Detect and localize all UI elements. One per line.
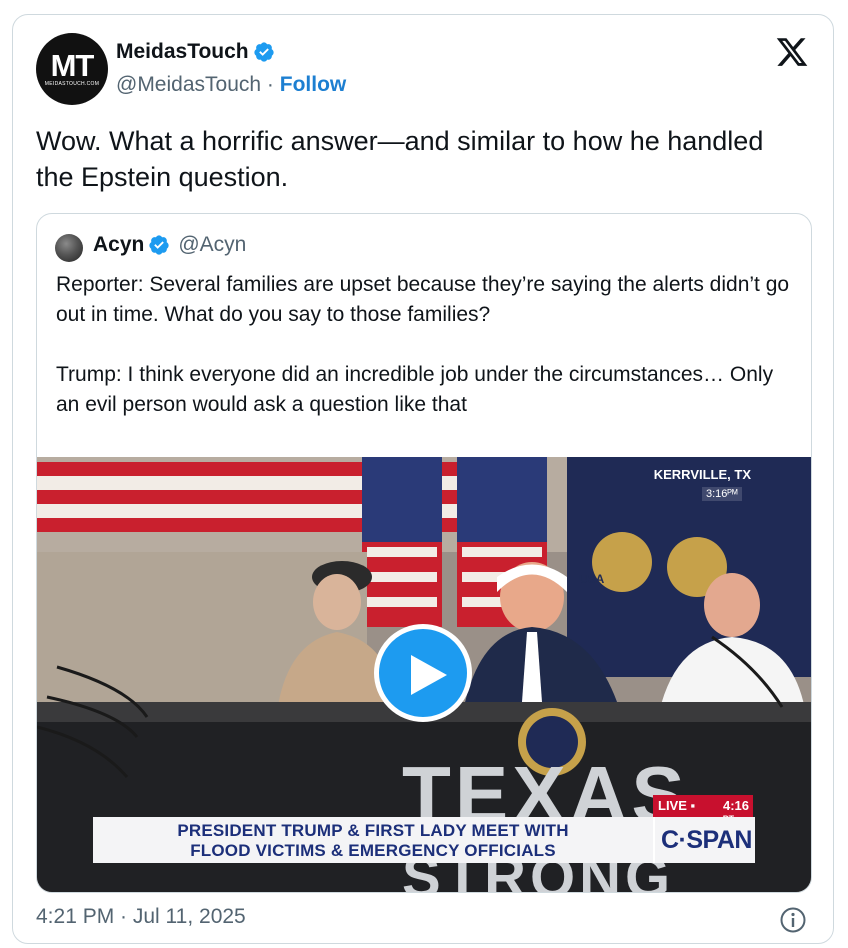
chyron-line-2: FLOOD VICTIMS & EMERGENCY OFFICIALS: [190, 841, 556, 860]
author-handle-row: @MeidasTouch · Follow: [116, 73, 346, 97]
author-handle[interactable]: @MeidasTouch: [116, 73, 261, 96]
follow-button[interactable]: Follow: [280, 73, 347, 96]
quoted-text: Reporter: Several families are upset bec…: [56, 273, 790, 416]
chyron-line-1: PRESIDENT TRUMP & FIRST LADY MEET WITH: [177, 821, 569, 840]
author-name[interactable]: MeidasTouch: [116, 40, 249, 64]
verified-badge-icon: [149, 235, 169, 255]
avatar-logo-subtext: MEIDASTOUCH.COM: [44, 81, 100, 87]
x-logo-icon[interactable]: [774, 35, 810, 69]
quoted-name[interactable]: Acyn: [93, 233, 144, 257]
avatar-logo-text: MT: [50, 48, 95, 83]
author-avatar[interactable]: MT MEIDASTOUCH.COM: [36, 33, 108, 105]
info-icon[interactable]: [779, 906, 807, 934]
video-player[interactable]: TEXAS STRONG USA KERRVILLE, TX 3:16ᴾᴹ LI…: [37, 457, 811, 892]
standing-flag-left: [362, 457, 442, 627]
tweet-text: Wow. What a horrific answer—and similar …: [36, 126, 764, 192]
quoted-handle[interactable]: @Acyn: [178, 233, 246, 257]
live-badge: LIVE ▪ 4:16 ᴾᵀ: [653, 795, 753, 828]
live-label: LIVE ▪: [658, 798, 696, 813]
quoted-tweet[interactable]: Acyn @Acyn Reporter: Several families ar…: [36, 213, 812, 893]
chyron: PRESIDENT TRUMP & FIRST LADY MEET WITH F…: [93, 817, 653, 863]
presidential-flags: [567, 457, 811, 677]
play-icon: [411, 655, 447, 695]
quoted-avatar[interactable]: [55, 234, 83, 262]
separator-dot: ·: [266, 73, 274, 96]
play-button[interactable]: [374, 624, 472, 722]
author-name-row: MeidasTouch: [116, 40, 275, 64]
verified-badge-icon: [254, 42, 274, 62]
location-time: 3:16ᴾᴹ: [702, 487, 742, 501]
network-logo: C·SPAN: [653, 817, 755, 863]
location-label: KERRVILLE, TX: [653, 467, 751, 482]
hat-text: USA: [579, 572, 605, 586]
network-logo-text: C·SPAN: [661, 826, 752, 854]
quoted-name-row: Acyn @Acyn: [93, 233, 246, 257]
tweet-timestamp[interactable]: 4:21 PM · Jul 11, 2025: [36, 905, 246, 929]
